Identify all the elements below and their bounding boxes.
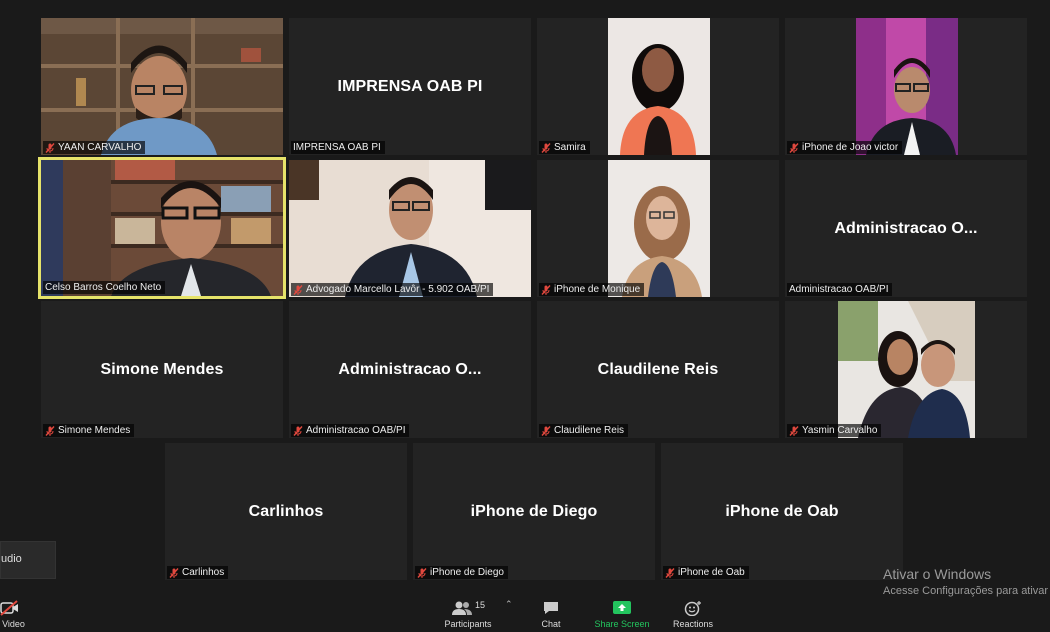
participant-name-label: Yasmin Carvalho <box>787 424 882 437</box>
participant-tile-yasmin-carvalho[interactable]: Yasmin Carvalho <box>785 301 1027 438</box>
participant-name-label: Advogado Marcello Lavôr - 5.902 OAB/PI <box>291 283 494 296</box>
participant-tile-yaan-carvalho[interactable]: YAAN CARVALHO <box>41 18 283 155</box>
participant-name-label: Carlinhos <box>167 566 229 579</box>
participant-tile-administracao-oab-pi-2[interactable]: Administracao O... Administracao OAB/PI <box>289 301 531 438</box>
participants-caret-icon[interactable]: ⌃ <box>505 599 513 610</box>
participant-tile-iphone-monique[interactable]: iPhone de Monique <box>537 160 779 297</box>
participants-button[interactable]: 15 Participants <box>440 600 496 629</box>
participants-count: 15 <box>474 600 485 610</box>
video-feed-image <box>608 18 710 155</box>
participant-tile-administracao-oab-pi[interactable]: Administracao O... Administracao OAB/PI <box>785 160 1027 297</box>
smiley-icon <box>684 601 701 616</box>
video-feed-image <box>608 160 710 297</box>
windows-activation-watermark: Ativar o Windows Acesse Configurações pa… <box>883 566 1049 597</box>
participant-name-label: Celso Barros Coelho Neto <box>43 281 166 294</box>
participant-tile-iphone-oab[interactable]: iPhone de Oab iPhone de Oab <box>661 443 903 580</box>
mic-muted-icon <box>789 142 799 153</box>
mic-muted-icon <box>45 425 55 436</box>
mic-muted-icon <box>169 567 179 578</box>
participant-name-label: Administracao OAB/PI <box>787 283 893 296</box>
mic-muted-icon <box>665 567 675 578</box>
participant-tile-iphone-joao-victor[interactable]: iPhone de Joao victor <box>785 18 1027 155</box>
participant-tile-samira[interactable]: Samira <box>537 18 779 155</box>
mic-muted-icon <box>417 567 427 578</box>
participant-name-label: Administracao OAB/PI <box>291 424 410 437</box>
participant-tile-marcello-lavor[interactable]: Advogado Marcello Lavôr - 5.902 OAB/PI <box>289 160 531 297</box>
participant-tile-claudilene-reis[interactable]: Claudilene Reis Claudilene Reis <box>537 301 779 438</box>
video-feed-image <box>41 160 283 296</box>
participant-name-label: iPhone de Joao victor <box>787 141 903 154</box>
participant-tile-imprensa-oab-pi[interactable]: IMPRENSA OAB PI IMPRENSA OAB PI <box>289 18 531 155</box>
participant-display-name: Claudilene Reis <box>597 360 719 378</box>
participant-video <box>41 18 283 155</box>
chat-button[interactable]: Chat <box>536 600 566 629</box>
participant-display-name: iPhone de Oab <box>725 502 839 520</box>
mic-muted-icon <box>789 425 799 436</box>
mic-muted-icon <box>541 142 551 153</box>
mic-muted-icon <box>541 425 551 436</box>
participant-display-name: Administracao O... <box>338 360 482 378</box>
participant-name-label: Samira <box>539 141 590 154</box>
participant-display-name: Carlinhos <box>248 502 324 520</box>
participant-tile-simone-mendes[interactable]: Simone Mendes Simone Mendes <box>41 301 283 438</box>
video-feed-image <box>41 18 283 155</box>
video-feed-image <box>289 160 531 297</box>
mic-muted-icon <box>293 425 303 436</box>
participant-display-name: Administracao O... <box>834 219 978 237</box>
audio-menu-popup[interactable]: udio <box>0 541 56 579</box>
video-off-icon <box>0 600 18 616</box>
participant-name-label: iPhone de Oab <box>663 566 749 579</box>
mic-muted-icon <box>293 284 303 295</box>
participants-icon <box>451 601 472 615</box>
participant-name-label: iPhone de Monique <box>539 283 645 296</box>
share-screen-button[interactable]: Share Screen <box>591 600 653 629</box>
video-feed-image <box>838 301 975 438</box>
chat-icon <box>544 602 558 614</box>
mic-muted-icon <box>541 284 551 295</box>
participant-name-label: Simone Mendes <box>43 424 135 437</box>
mic-muted-icon <box>45 142 55 153</box>
participant-display-name: iPhone de Diego <box>470 502 598 520</box>
participant-name-label: Claudilene Reis <box>539 424 629 437</box>
participant-name-label: YAAN CARVALHO <box>43 141 146 154</box>
participant-display-name: IMPRENSA OAB PI <box>337 77 483 95</box>
participant-name-label: IMPRENSA OAB PI <box>291 141 385 154</box>
start-video-button[interactable]: t Video <box>0 600 34 629</box>
participant-name-label: iPhone de Diego <box>415 566 508 579</box>
share-screen-icon <box>613 601 631 614</box>
audio-menu-label: udio <box>1 553 22 565</box>
participant-tile-iphone-diego[interactable]: iPhone de Diego iPhone de Diego <box>413 443 655 580</box>
participant-tile-carlinhos[interactable]: Carlinhos Carlinhos <box>165 443 407 580</box>
participant-tile-celso-barros-active-speaker[interactable]: Celso Barros Coelho Neto <box>38 157 286 299</box>
participant-display-name: Simone Mendes <box>100 360 224 378</box>
reactions-button[interactable]: Reactions <box>668 600 718 629</box>
video-feed-image <box>856 18 958 155</box>
